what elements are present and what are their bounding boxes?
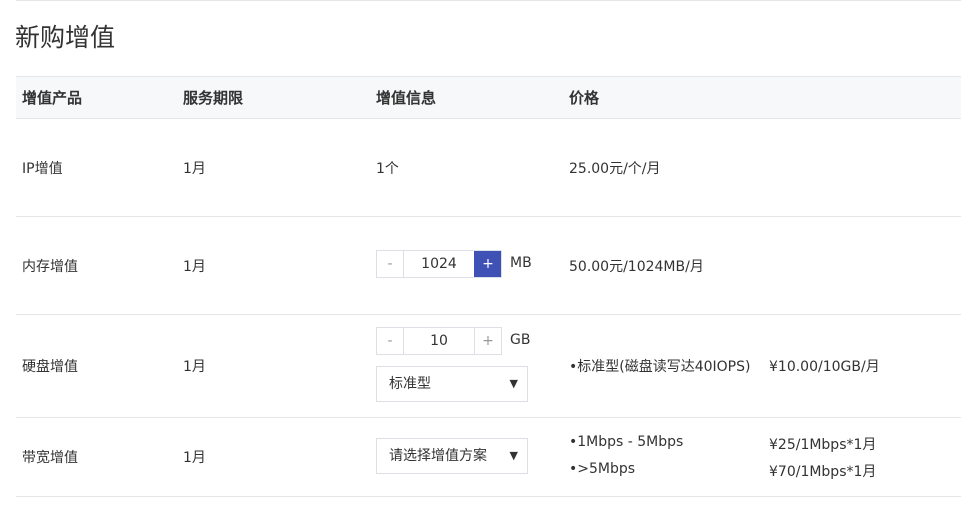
bandwidth-product: 带宽增值 xyxy=(22,450,78,466)
disk-plus-button[interactable]: + xyxy=(474,328,501,354)
disk-type-selected: 标准型 xyxy=(389,376,431,392)
header-product: 增值产品 xyxy=(22,89,83,107)
ip-product: IP增值 xyxy=(22,161,63,177)
ip-info: 1个 xyxy=(376,161,399,177)
disk-unit: GB xyxy=(510,332,531,348)
header-info: 增值信息 xyxy=(376,89,437,107)
disk-period: 1月 xyxy=(183,359,206,375)
memory-quantity-input[interactable] xyxy=(404,251,474,277)
bandwidth-tier-price: ¥70/1Mbps*1月 xyxy=(769,464,877,480)
header-period: 服务期限 xyxy=(183,89,244,107)
disk-price-desc: •标准型(磁盘读写达40IOPS) xyxy=(569,359,751,375)
chevron-down-icon: ▼ xyxy=(509,449,518,462)
ip-price: 25.00元/个/月 xyxy=(569,161,661,177)
memory-unit: MB xyxy=(510,255,532,271)
memory-period: 1月 xyxy=(183,259,206,275)
memory-price: 50.00元/1024MB/月 xyxy=(569,259,704,275)
disk-minus-button[interactable]: - xyxy=(377,328,404,354)
disk-quantity-stepper: - + xyxy=(376,327,502,355)
table-row-ip: IP增值 1月 1个 25.00元/个/月 xyxy=(16,119,961,217)
page-title: 新购增值 xyxy=(15,23,116,52)
table-header: 增值产品 服务期限 增值信息 价格 xyxy=(16,76,961,119)
memory-plus-button[interactable]: + xyxy=(474,251,501,277)
bandwidth-plan-select[interactable]: 请选择增值方案 ▼ xyxy=(376,438,528,474)
bandwidth-tier-range: •1Mbps - 5Mbps xyxy=(569,434,684,450)
value-added-table: 增值产品 服务期限 增值信息 价格 IP增值 1月 1个 25.00元/个/月 … xyxy=(16,76,961,497)
ip-period: 1月 xyxy=(183,161,206,177)
bandwidth-tier-range: •>5Mbps xyxy=(569,461,636,477)
bandwidth-plan-selected: 请选择增值方案 xyxy=(389,448,487,464)
disk-quantity-input[interactable] xyxy=(404,328,474,354)
bandwidth-period: 1月 xyxy=(183,450,206,466)
top-divider xyxy=(16,0,961,1)
disk-product: 硬盘增值 xyxy=(22,359,78,375)
disk-price-value: ¥10.00/10GB/月 xyxy=(769,359,880,375)
table-row-disk: 硬盘增值 1月 - + GB 标准型 ▼ •标准型(磁盘读写达40IOPS) ¥… xyxy=(16,315,961,418)
bandwidth-tier-price: ¥25/1Mbps*1月 xyxy=(769,437,877,453)
page: 新购增值 增值产品 服务期限 增值信息 价格 IP增值 1月 1个 25.00元… xyxy=(0,0,961,519)
memory-product: 内存增值 xyxy=(22,259,78,275)
disk-type-select[interactable]: 标准型 ▼ xyxy=(376,366,528,402)
chevron-down-icon: ▼ xyxy=(509,377,518,390)
table-row-bandwidth: 带宽增值 1月 请选择增值方案 ▼ •1Mbps - 5Mbps ¥25/1Mb… xyxy=(16,418,961,497)
header-price: 价格 xyxy=(569,89,600,107)
table-row-memory: 内存增值 1月 - + MB 50.00元/1024MB/月 xyxy=(16,217,961,315)
memory-quantity-stepper: - + xyxy=(376,250,502,278)
memory-minus-button[interactable]: - xyxy=(377,251,404,277)
